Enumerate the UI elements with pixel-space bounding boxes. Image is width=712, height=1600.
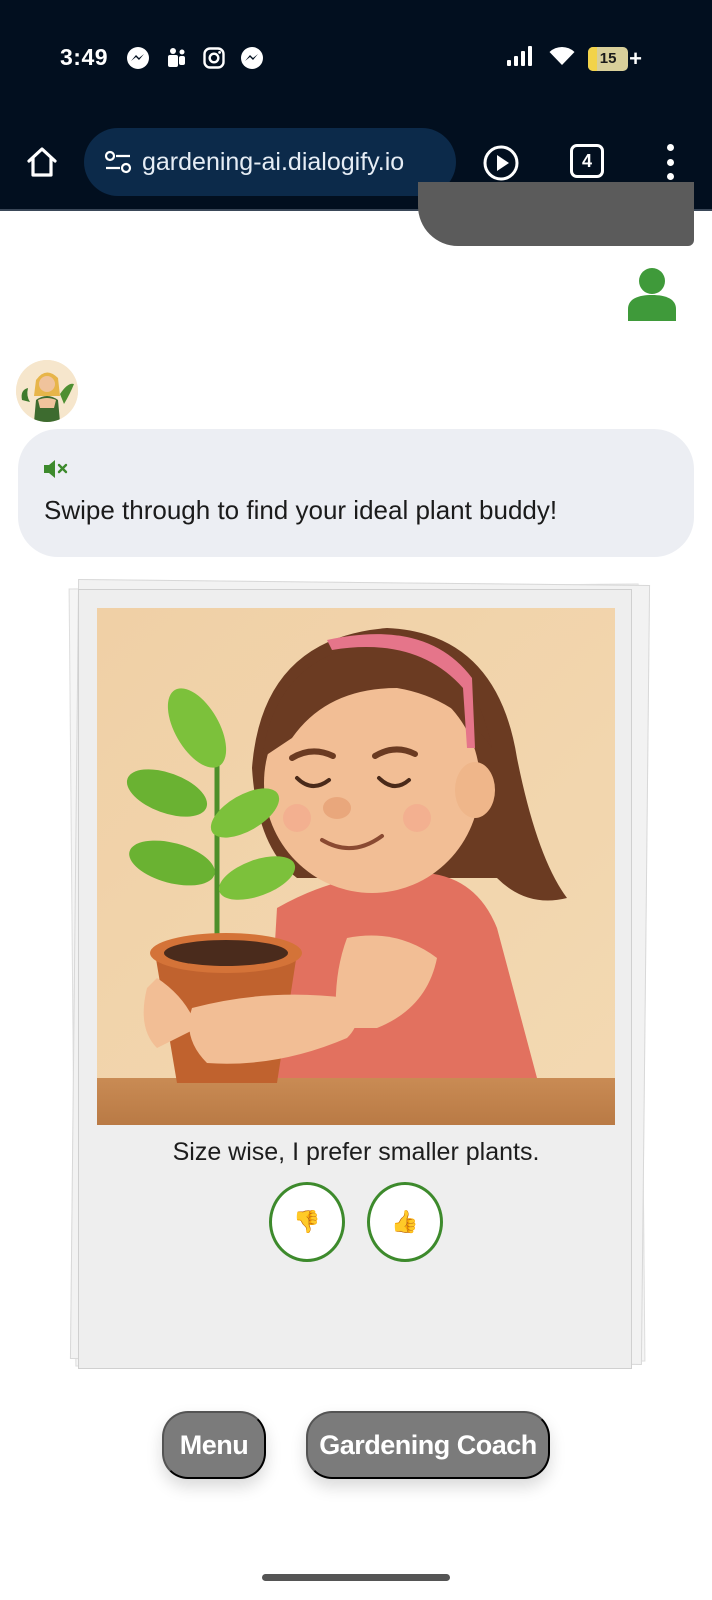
messenger-icon	[240, 46, 264, 70]
teams-icon	[164, 46, 188, 70]
swipe-card[interactable]: Size wise, I prefer smaller plants. 👎 👍	[78, 589, 632, 1369]
messenger-icon	[126, 46, 150, 70]
address-bar[interactable]: gardening-ai.dialogify.io	[84, 128, 456, 196]
speaker-muted-icon[interactable]	[42, 459, 70, 479]
bot-message-bubble: Swipe through to find your ideal plant b…	[18, 429, 694, 557]
charging-indicator: +	[629, 45, 642, 71]
more-options-button[interactable]	[656, 140, 684, 184]
thumbs-down-button[interactable]: 👎	[269, 1182, 345, 1262]
bot-message-text: Swipe through to find your ideal plant b…	[44, 495, 558, 525]
battery-level: 15	[599, 50, 617, 67]
user-avatar-icon	[626, 265, 678, 321]
battery-icon: 15 +	[588, 46, 642, 72]
tab-switcher-button[interactable]: 4	[570, 144, 604, 178]
menu-button[interactable]: Menu	[162, 1411, 266, 1479]
gardening-coach-button[interactable]: Gardening Coach	[306, 1411, 550, 1479]
play-circle-icon	[483, 145, 519, 181]
card-caption: Size wise, I prefer smaller plants.	[172, 1138, 540, 1166]
home-icon	[27, 147, 57, 177]
home-button[interactable]	[22, 142, 62, 182]
signal-icon	[506, 45, 536, 72]
instagram-icon	[202, 46, 226, 70]
thumbs-up-icon: 👍	[391, 1209, 419, 1234]
site-settings-icon[interactable]	[98, 142, 138, 182]
home-indicator[interactable]	[262, 1574, 450, 1581]
notification-icons	[126, 46, 264, 70]
card-illustration	[97, 608, 615, 1125]
url-text: gardening-ai.dialogify.io	[142, 147, 405, 176]
thumbs-down-icon: 👎	[293, 1209, 321, 1234]
media-play-button[interactable]	[480, 142, 522, 184]
status-time: 3:49	[60, 44, 109, 70]
system-status-bar: 3:49 15 +	[0, 0, 712, 118]
previous-user-message-bubble	[418, 182, 694, 246]
bot-avatar	[16, 360, 78, 422]
thumbs-up-button[interactable]: 👍	[367, 1182, 443, 1262]
wifi-icon	[548, 45, 576, 72]
system-icons: 15 +	[506, 45, 642, 72]
